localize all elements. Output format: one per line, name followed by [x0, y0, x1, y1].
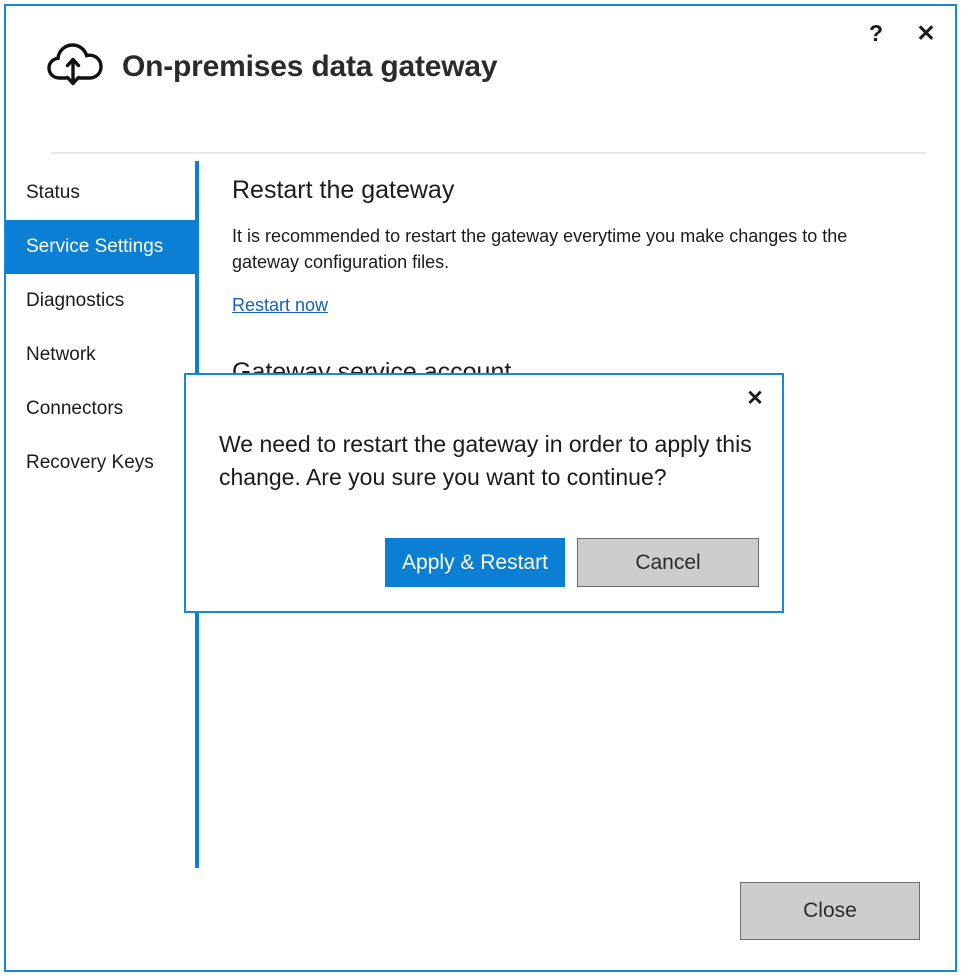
sidebar-item-recovery-keys[interactable]: Recovery Keys: [6, 436, 196, 490]
dialog-message: We need to restart the gateway in order …: [219, 428, 759, 493]
close-button[interactable]: Close: [740, 882, 920, 940]
cloud-sync-icon: [46, 40, 104, 93]
restart-confirmation-dialog: ✕ We need to restart the gateway in orde…: [184, 373, 784, 613]
dialog-actions: Apply & Restart Cancel: [219, 538, 759, 587]
sidebar-item-connectors[interactable]: Connectors: [6, 382, 196, 436]
cancel-button[interactable]: Cancel: [577, 538, 759, 587]
sidebar-item-network[interactable]: Network: [6, 328, 196, 382]
restart-gateway-heading: Restart the gateway: [232, 176, 932, 205]
header-divider: [51, 152, 926, 154]
app-header: On-premises data gateway: [46, 40, 497, 93]
titlebar-controls: ? ✕: [861, 18, 941, 48]
close-icon[interactable]: ✕: [911, 18, 941, 48]
page-title: On-premises data gateway: [122, 50, 497, 84]
sidebar-item-service-settings[interactable]: Service Settings: [6, 220, 196, 274]
restart-gateway-section: Restart the gateway It is recommended to…: [232, 176, 932, 316]
help-icon[interactable]: ?: [861, 18, 891, 48]
sidebar-item-diagnostics[interactable]: Diagnostics: [6, 274, 196, 328]
dialog-close-icon[interactable]: ✕: [740, 383, 770, 413]
sidebar-item-status[interactable]: Status: [6, 166, 196, 220]
application-window: ? ✕ On-premises data gateway Status Serv…: [4, 4, 957, 972]
apply-and-restart-button[interactable]: Apply & Restart: [385, 538, 565, 587]
restart-now-link[interactable]: Restart now: [232, 295, 328, 316]
sidebar-nav: Status Service Settings Diagnostics Netw…: [6, 166, 196, 490]
restart-gateway-description: It is recommended to restart the gateway…: [232, 223, 917, 275]
